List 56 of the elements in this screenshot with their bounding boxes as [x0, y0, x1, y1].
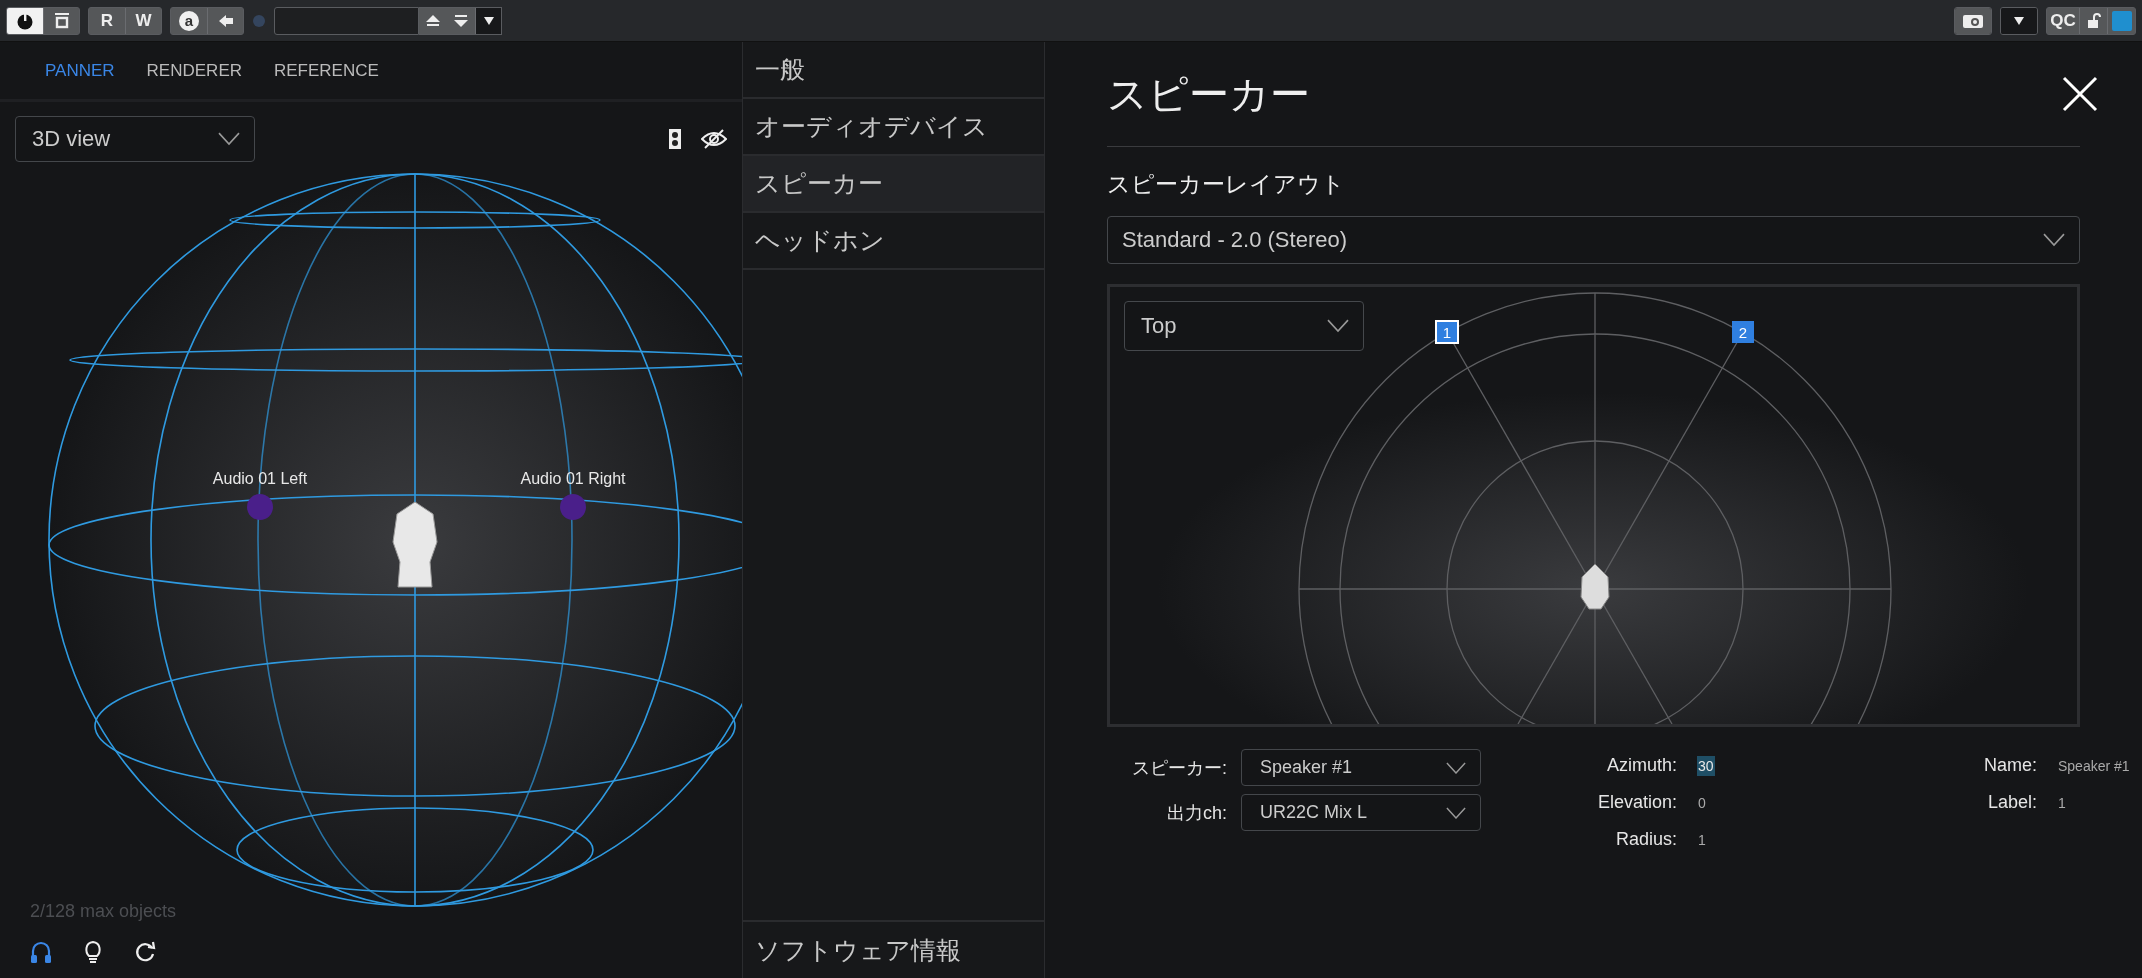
field-label: 出力ch:	[1166, 801, 1227, 825]
field-value[interactable]: 30	[1697, 755, 1715, 776]
speaker-marker[interactable]: 2	[1732, 321, 1754, 343]
field-value: Speaker #1	[2057, 756, 2131, 776]
status-orb-icon	[252, 13, 266, 28]
chevron-icon	[1327, 319, 1349, 333]
unlocked-icon	[2086, 12, 2101, 29]
down-arrow-icon	[453, 13, 469, 28]
headphones-icon[interactable]	[30, 940, 52, 964]
chevron-icon	[1446, 806, 1466, 819]
object-count: 2/128 max objects	[30, 901, 177, 922]
up-arrow-icon	[425, 13, 441, 28]
lightbulb-icon[interactable]	[82, 940, 104, 964]
refresh-icon[interactable]	[134, 940, 156, 964]
settings-menu-item[interactable]: スピーカー	[743, 156, 1044, 213]
section-label: スピーカーレイアウト	[1107, 170, 1346, 199]
power-icon	[16, 11, 34, 30]
monitor-icon	[52, 11, 71, 30]
power-button[interactable]	[7, 7, 43, 34]
dropdown-button[interactable]	[475, 7, 501, 34]
field-label: Azimuth:	[1605, 755, 1677, 776]
panel-tab[interactable]: REFERENCE	[274, 60, 379, 81]
field-value: 1	[2057, 793, 2067, 813]
caret-icon	[2014, 16, 2024, 25]
field-label: Label:	[1986, 792, 2037, 813]
view-select[interactable]: 3D view	[15, 116, 255, 162]
chevron-icon	[1446, 761, 1466, 774]
hidden-eye-icon[interactable]	[701, 129, 727, 149]
field-value[interactable]: 0	[1697, 792, 1707, 813]
color-swatch-button[interactable]	[2107, 7, 2135, 34]
object-label: Audio 01 Right	[520, 470, 626, 487]
camera-icon	[1962, 12, 1984, 29]
field-label: Radius:	[1614, 829, 1677, 850]
field-select[interactable]: Speaker #1	[1241, 749, 1481, 786]
view-select[interactable]: Top	[1124, 301, 1364, 351]
chevron-icon	[218, 132, 240, 146]
field-label: スピーカー:	[1131, 756, 1227, 780]
field-label: Elevation:	[1596, 792, 1677, 813]
object-label: Audio 01 Left	[212, 470, 308, 487]
field-value[interactable]: 1	[1697, 829, 1707, 850]
layout-select[interactable]: Standard - 2.0 (Stereo)	[1107, 216, 2080, 264]
speaker-icon[interactable]	[669, 129, 681, 149]
caret-icon	[483, 16, 494, 25]
head-drawing	[1580, 563, 1610, 610]
field-label: Name:	[1983, 755, 2037, 776]
dropdown-button[interactable]	[2001, 7, 2037, 34]
text-field[interactable]	[274, 6, 419, 35]
camera-button[interactable]	[1955, 7, 1991, 34]
panel-tab[interactable]: PANNER	[45, 60, 115, 81]
panel-tab[interactable]: RENDERER	[146, 60, 242, 81]
close-button[interactable]	[2060, 74, 2100, 114]
page-title: スピーカー	[1107, 70, 1310, 118]
left-arrow-icon	[218, 14, 233, 27]
speaker-marker[interactable]: 1	[1435, 320, 1459, 344]
chevron-icon	[2043, 233, 2065, 247]
field-select[interactable]: UR22C Mix L	[1241, 794, 1481, 831]
